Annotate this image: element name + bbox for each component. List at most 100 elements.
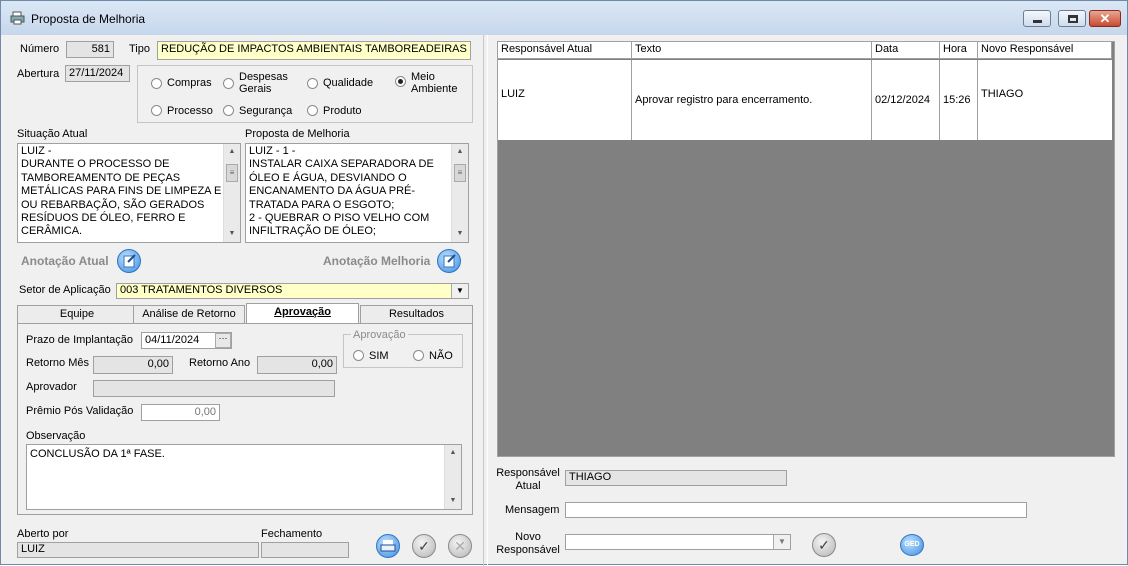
situacao-text: LUIZ - DURANTE O PROCESSO DE TAMBOREAMEN… <box>21 145 222 238</box>
check-icon: ✓ <box>418 538 430 554</box>
radio-seguranca-label: Segurança <box>239 105 293 117</box>
observacao-scrollbar[interactable]: ▲ ▼ <box>444 445 461 509</box>
close-button[interactable]: ✕ <box>1089 10 1121 27</box>
scroll-up-icon[interactable]: ▲ <box>224 144 240 160</box>
x-icon: ✕ <box>454 538 466 554</box>
retorno-ano-field[interactable]: 0,00 <box>257 356 337 374</box>
mensagem-input[interactable] <box>565 502 1027 518</box>
radio-qualidade[interactable] <box>307 78 318 89</box>
edit-note-icon <box>443 254 456 268</box>
setor-select[interactable]: 003 TRATAMENTOS DIVERSOS <box>116 283 469 299</box>
retorno-mes-label: Retorno Mês <box>26 357 89 369</box>
setor-dropdown-icon[interactable]: ▼ <box>451 284 468 298</box>
radio-compras[interactable] <box>151 78 162 89</box>
scroll-up-icon[interactable]: ▲ <box>445 445 461 461</box>
date-picker-button[interactable]: ··· <box>215 333 231 348</box>
col-data[interactable]: Data <box>872 42 940 59</box>
aberto-field[interactable]: LUIZ <box>17 542 259 558</box>
radio-meio-ambiente[interactable] <box>395 76 406 87</box>
novo-resp-dropdown-icon[interactable]: ▼ <box>773 535 790 549</box>
history-grid: Responsável Atual Texto Data Hora Novo R… <box>497 41 1115 457</box>
tab-equipe[interactable]: Equipe <box>17 305 137 323</box>
radio-sim-label: SIM <box>369 350 389 362</box>
cell-texto: Aprovar registro para encerramento. <box>632 60 872 140</box>
check-icon: ✓ <box>818 537 830 553</box>
observacao-memo[interactable]: CONCLUSÃO DA 1ª FASE. ▲ ▼ <box>26 444 462 510</box>
radio-qualidade-label: Qualidade <box>323 77 374 89</box>
confirm-button[interactable]: ✓ <box>412 534 436 558</box>
radio-compras-label: Compras <box>167 77 212 89</box>
radio-produto[interactable] <box>307 105 318 116</box>
printer-icon <box>380 540 396 552</box>
tab-analise-retorno[interactable]: Análise de Retorno <box>133 305 245 323</box>
cell-data: 02/12/2024 <box>872 60 940 140</box>
numero-field[interactable]: 581 <box>66 41 114 58</box>
cell-novo: THIAGO <box>981 88 1024 100</box>
proposta-memo[interactable]: LUIZ - 1 - INSTALAR CAIXA SEPARADORA DE … <box>245 143 469 243</box>
tipo-label: Tipo <box>129 43 150 55</box>
aberto-label: Aberto por <box>17 528 69 540</box>
scroll-up-icon[interactable]: ▲ <box>452 144 468 160</box>
window-title: Proposta de Melhoria <box>31 12 146 26</box>
radio-seguranca[interactable] <box>223 105 234 116</box>
radio-processo[interactable] <box>151 105 162 116</box>
resp-atual-field[interactable]: THIAGO <box>565 470 787 486</box>
table-row[interactable]: LUIZ Aprovar registro para encerramento.… <box>498 60 1112 140</box>
proposta-text: LUIZ - 1 - INSTALAR CAIXA SEPARADORA DE … <box>249 145 434 238</box>
abertura-label: Abertura <box>17 68 60 80</box>
col-responsavel[interactable]: Responsável Atual <box>498 42 632 59</box>
maximize-button[interactable] <box>1058 10 1086 27</box>
mensagem-label: Mensagem <box>505 504 560 516</box>
radio-nao-label: NÃO <box>429 350 453 362</box>
aprovacao-group-label: Aprovação <box>351 329 408 341</box>
radio-despesas-gerais[interactable] <box>223 78 234 89</box>
ged-label: GED <box>904 541 920 548</box>
cell-responsavel: LUIZ <box>498 60 632 140</box>
tab-resultados[interactable]: Resultados <box>360 305 473 323</box>
setor-label: Setor de Aplicação <box>19 284 111 296</box>
edit-note-icon <box>123 254 136 268</box>
scroll-down-icon[interactable]: ▼ <box>445 493 461 509</box>
situacao-label: Situação Atual <box>17 128 88 140</box>
close-icon: ✕ <box>1099 11 1111 26</box>
scroll-thumb[interactable]: ≡ <box>226 164 238 182</box>
anotacao-atual-button[interactable] <box>117 249 141 273</box>
anotacao-melhoria-label: Anotação Melhoria <box>323 254 431 268</box>
situacao-scrollbar[interactable]: ▲ ≡ ▼ <box>223 144 240 242</box>
fechamento-field[interactable] <box>261 542 349 558</box>
novo-resp-select[interactable] <box>565 534 791 550</box>
retorno-mes-field[interactable]: 0,00 <box>93 356 173 374</box>
main-window: Proposta de Melhoria ✕ Número 581 Tipo R… <box>0 0 1128 566</box>
col-novo[interactable]: Novo Responsável <box>978 42 1112 59</box>
premio-field[interactable]: 0,00 <box>141 404 220 421</box>
aprovador-field[interactable] <box>93 380 335 397</box>
col-hora[interactable]: Hora <box>940 42 978 59</box>
scroll-thumb[interactable]: ≡ <box>454 164 466 182</box>
radio-sim[interactable] <box>353 350 364 361</box>
radio-nao[interactable] <box>413 350 424 361</box>
splitter[interactable] <box>483 35 488 566</box>
ged-button[interactable]: GED <box>900 534 924 556</box>
proposta-scrollbar[interactable]: ▲ ≡ ▼ <box>451 144 468 242</box>
proposta-label: Proposta de Melhoria <box>245 128 350 140</box>
tab-aprovacao[interactable]: Aprovação <box>246 303 359 324</box>
tipo-field[interactable]: REDUÇÃO DE IMPACTOS AMBIENTAIS TAMBOREAD… <box>157 41 471 60</box>
scroll-down-icon[interactable]: ▼ <box>452 226 468 242</box>
minimize-button[interactable] <box>1023 10 1051 27</box>
scroll-down-icon[interactable]: ▼ <box>224 226 240 242</box>
send-button[interactable]: ✓ <box>812 533 836 557</box>
col-texto[interactable]: Texto <box>632 42 872 59</box>
radio-produto-label: Produto <box>323 105 362 117</box>
radio-processo-label: Processo <box>167 105 213 117</box>
anotacao-melhoria-button[interactable] <box>437 249 461 273</box>
premio-label: Prêmio Pós Validação <box>26 405 134 417</box>
cancel-button[interactable]: ✕ <box>448 534 472 558</box>
situacao-memo[interactable]: LUIZ - DURANTE O PROCESSO DE TAMBOREAMEN… <box>17 143 241 243</box>
cell-hora: 15:26 <box>940 60 978 140</box>
novo-resp-label: Novo Responsável <box>496 531 560 556</box>
prazo-label: Prazo de Implantação <box>26 334 134 346</box>
resp-atual-label: Responsável Atual <box>496 467 560 492</box>
print-button[interactable] <box>376 534 400 558</box>
observacao-label: Observação <box>26 430 86 442</box>
abertura-field[interactable]: 27/11/2024 <box>65 65 130 82</box>
